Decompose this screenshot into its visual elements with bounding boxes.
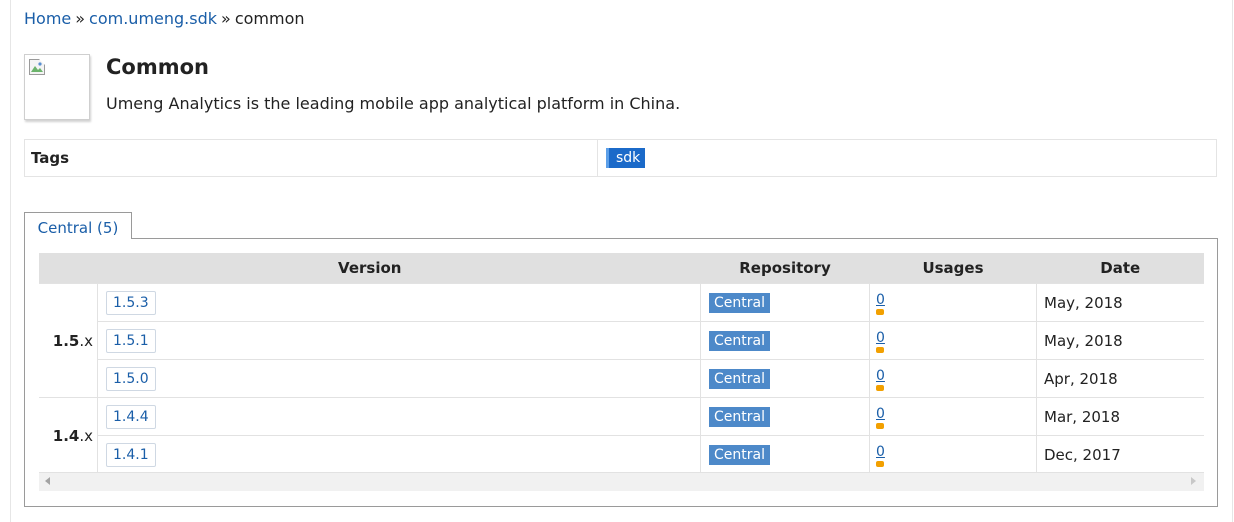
version-group-1-4: 1.4.x — [39, 397, 98, 473]
version-link[interactable]: 1.4.4 — [106, 404, 156, 429]
repository-badge[interactable]: Central — [709, 406, 770, 427]
tags-label: Tags — [25, 140, 598, 176]
table-row: 1.4.1 Central 0 Dec, 2017 — [39, 435, 1204, 473]
scroll-right-arrow-icon[interactable] — [1191, 477, 1196, 485]
column-header-date[interactable]: Date — [1036, 253, 1204, 284]
version-link[interactable]: 1.5.1 — [106, 328, 156, 353]
usage-bar — [876, 347, 884, 353]
release-date: Dec, 2017 — [1036, 435, 1204, 473]
artifact-logo — [24, 54, 90, 120]
usages-count: 0 — [876, 368, 885, 384]
usage-bar — [876, 309, 884, 315]
release-date: May, 2018 — [1036, 283, 1204, 322]
table-header-row: Version Repository Usages Date — [39, 253, 1204, 284]
version-group-1-5: 1.5.x — [39, 283, 98, 398]
page-title: Common — [106, 55, 209, 79]
table-row: 1.5.x 1.5.3 Central 0 May, 2018 — [39, 283, 1204, 398]
table-row: 1.5.0 Central 0 Apr, 2018 — [39, 359, 1204, 398]
table-row: 1.5.1 Central 0 May, 2018 — [39, 321, 1204, 360]
tab-central[interactable]: Central (5) — [24, 212, 132, 239]
usages-count: 0 — [876, 292, 885, 308]
version-group-major: 1.4 — [52, 426, 80, 445]
release-date: May, 2018 — [1036, 321, 1204, 360]
usages-count: 0 — [876, 330, 885, 346]
tags-row: Tags sdk — [24, 139, 1217, 177]
version-group-suffix: .x — [79, 426, 93, 445]
repository-badge[interactable]: Central — [709, 330, 770, 351]
table-row: 1.4.x 1.4.4 Central 0 Mar, 2018 — [39, 397, 1204, 473]
versions-panel: Version Repository Usages Date 1.5.x 1.5… — [24, 238, 1218, 507]
horizontal-scrollbar[interactable] — [39, 472, 1204, 491]
release-date: Apr, 2018 — [1036, 359, 1204, 398]
usages-link[interactable]: 0 — [876, 330, 885, 353]
breadcrumb-home-link[interactable]: Home — [24, 9, 71, 28]
scroll-left-arrow-icon[interactable] — [45, 477, 50, 485]
version-link[interactable]: 1.5.0 — [106, 366, 156, 391]
tags-values: sdk — [598, 140, 646, 176]
usage-bar — [876, 385, 884, 391]
breadcrumb-current: common — [234, 9, 305, 28]
breadcrumb-separator: » — [75, 9, 86, 28]
column-header-version[interactable]: Version — [39, 253, 701, 284]
tag-sdk[interactable]: sdk — [606, 148, 646, 168]
column-header-repository[interactable]: Repository — [700, 253, 870, 284]
broken-image-icon — [29, 59, 45, 75]
repository-badge[interactable]: Central — [709, 444, 770, 465]
usages-link[interactable]: 0 — [876, 368, 885, 391]
version-group-suffix: .x — [79, 331, 93, 350]
version-group-major: 1.5 — [52, 331, 80, 350]
version-link[interactable]: 1.5.3 — [106, 290, 156, 315]
release-date: Mar, 2018 — [1036, 397, 1204, 436]
breadcrumb-group-link[interactable]: com.umeng.sdk — [89, 9, 217, 28]
usages-count: 0 — [876, 406, 885, 422]
usages-count: 0 — [876, 444, 885, 460]
usage-bar — [876, 423, 884, 429]
usages-link[interactable]: 0 — [876, 444, 885, 467]
usages-link[interactable]: 0 — [876, 292, 885, 315]
usage-bar — [876, 461, 884, 467]
breadcrumb-separator: » — [221, 9, 231, 28]
repository-badge[interactable]: Central — [709, 292, 770, 313]
artifact-description: Umeng Analytics is the leading mobile ap… — [106, 94, 681, 113]
repository-badge[interactable]: Central — [709, 368, 770, 389]
column-header-usages[interactable]: Usages — [869, 253, 1037, 284]
versions-table: Version Repository Usages Date 1.5.x 1.5… — [39, 253, 1204, 473]
version-link[interactable]: 1.4.1 — [106, 442, 156, 467]
breadcrumb: Home» com.umeng.sdk» common — [24, 9, 305, 29]
usages-link[interactable]: 0 — [876, 406, 885, 429]
